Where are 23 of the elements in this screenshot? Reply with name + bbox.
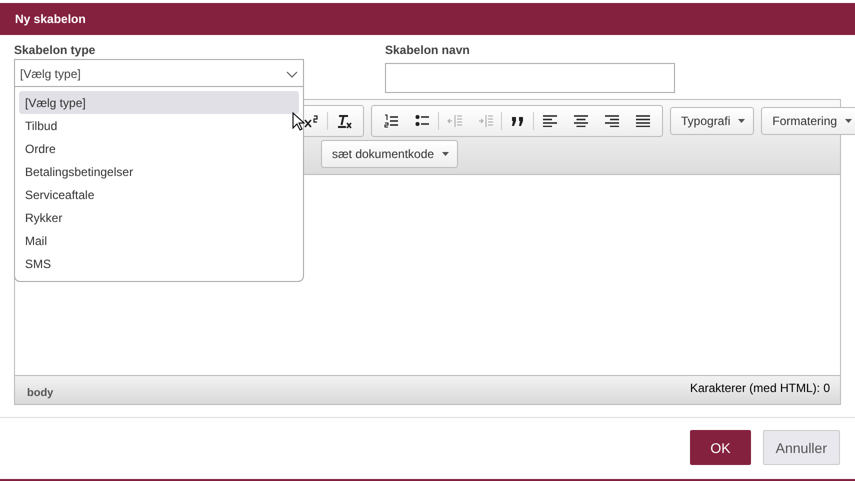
- toolbar-dropdown[interactable]: sæt dokumentkode: [321, 140, 458, 168]
- name-input[interactable]: [385, 63, 675, 93]
- dropdown-option[interactable]: [Vælg type]: [19, 91, 299, 114]
- toolbar-dropdown[interactable]: Formatering: [761, 107, 855, 135]
- caret-icon: [738, 119, 746, 123]
- caret-icon: [442, 152, 450, 156]
- character-count: Karakterer (med HTML): 0: [690, 381, 830, 395]
- dropdown-option[interactable]: Ordre: [19, 137, 299, 160]
- dropdown-option[interactable]: SMS: [19, 252, 299, 275]
- toolbar-dropdown[interactable]: Typografi: [670, 107, 754, 135]
- window-title: Ny skabelon: [15, 12, 86, 26]
- ok-button[interactable]: OK: [690, 430, 751, 465]
- element-path: body: [27, 387, 54, 399]
- cancel-button[interactable]: Annuller: [762, 430, 840, 465]
- dropdown-option[interactable]: Mail: [19, 229, 299, 252]
- field-label: Skabelon navn: [385, 43, 471, 57]
- field-label: Skabelon type: [14, 43, 96, 57]
- caret-icon: [845, 119, 852, 123]
- dropdown-option[interactable]: Rykker: [19, 206, 299, 229]
- chevron-icon: [286, 70, 298, 78]
- dropdown-option[interactable]: Serviceaftale: [19, 183, 299, 206]
- type-select[interactable]: [Vælg type]: [14, 59, 304, 89]
- dropdown-option[interactable]: Betalingsbetingelser: [19, 160, 299, 183]
